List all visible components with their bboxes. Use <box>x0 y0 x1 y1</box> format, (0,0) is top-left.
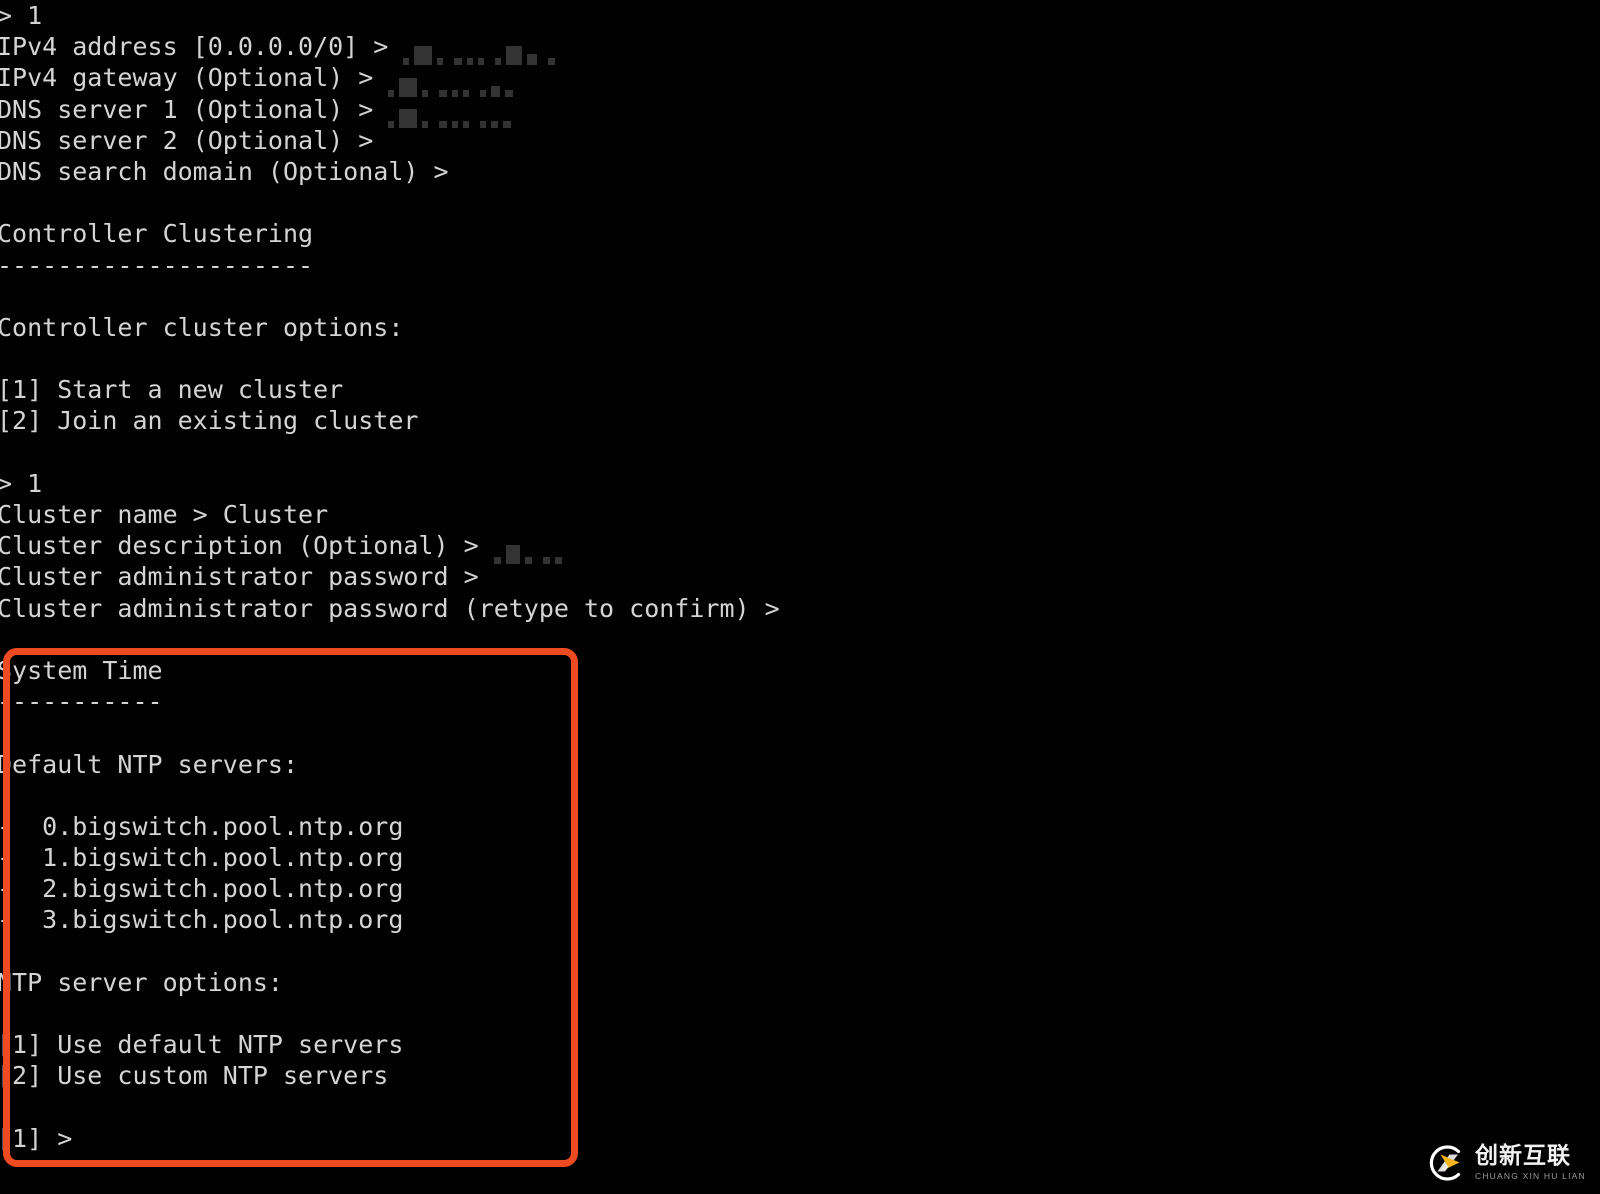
terminal-line-text: [1] Start a new cluster <box>0 375 344 405</box>
terminal-line: DNS server 2 (Optional) > <box>0 125 1600 156</box>
terminal-line-text: Default NTP servers: <box>0 749 299 779</box>
terminal-line: System Time <box>0 655 1600 686</box>
terminal-line: Cluster name > Cluster <box>0 499 1600 530</box>
terminal-line: --------------------- <box>0 250 1600 281</box>
terminal-line: DNS server 1 (Optional) > <box>0 94 1600 128</box>
brand-text-block: 创新互联 CHUANG XIN HU LIAN <box>1475 1145 1586 1181</box>
terminal-screen: > 1 IPv4 address [0.0.0.0/0] > IPv4 gatew… <box>0 0 1600 1194</box>
terminal-line-text: ----------- <box>0 687 163 717</box>
terminal-line: IPv4 address [0.0.0.0/0] > <box>0 31 1600 66</box>
terminal-line-text: Cluster description (Optional) > <box>0 531 494 561</box>
terminal-line: > 1 <box>0 0 1600 31</box>
redacted-value <box>388 97 522 128</box>
terminal-line-text: [1] > <box>0 1123 73 1153</box>
terminal-line: Controller cluster options: <box>0 312 1600 343</box>
terminal-line-text: Cluster administrator password (retype t… <box>0 593 780 623</box>
terminal-line-text: Cluster name > Cluster <box>0 500 329 529</box>
terminal-line-text: - 3.bigswitch.pool.ntp.org <box>0 905 404 935</box>
terminal-line: NTP server options: <box>0 967 1600 998</box>
terminal-line-text: > 1 <box>0 1 43 30</box>
terminal-line-text: IPv4 gateway (Optional) > <box>0 63 389 93</box>
terminal-line-text: Controller cluster options: <box>0 312 404 342</box>
redacted-value <box>403 34 560 66</box>
terminal-line: [1] > <box>0 1123 1600 1154</box>
terminal-line: [1] Start a new cluster <box>0 374 1600 405</box>
redacted-value <box>493 533 567 565</box>
terminal-line: Cluster administrator password > <box>0 561 1600 592</box>
watermark-logo: 创新互联 CHUANG XIN HU LIAN <box>1425 1139 1593 1187</box>
terminal-line: Cluster description (Optional) > <box>0 530 1600 565</box>
terminal-line: Controller Clustering <box>0 218 1600 249</box>
terminal-line-text: [2] Join an existing cluster <box>0 406 419 436</box>
brand-cx-icon <box>1425 1142 1467 1184</box>
terminal-output[interactable]: > 1 IPv4 address [0.0.0.0/0] > IPv4 gatew… <box>0 0 1600 1194</box>
terminal-line-text: --------------------- <box>0 250 314 280</box>
terminal-line: [1] Use default NTP servers <box>0 1029 1600 1060</box>
terminal-line: ----------- <box>0 686 1600 717</box>
terminal-line-text: [2] Use custom NTP servers <box>0 1061 389 1091</box>
redacted-value <box>388 65 524 97</box>
terminal-line: - 3.bigswitch.pool.ntp.org <box>0 904 1600 935</box>
terminal-line: - 2.bigswitch.pool.ntp.org <box>0 873 1600 904</box>
terminal-line-text: - 1.bigswitch.pool.ntp.org <box>0 843 404 873</box>
terminal-line-text: NTP server options: <box>0 967 283 997</box>
terminal-line-text: DNS search domain (Optional) > <box>0 156 449 186</box>
terminal-line: - 0.bigswitch.pool.ntp.org <box>0 811 1600 842</box>
terminal-line: [2] Use custom NTP servers <box>0 1060 1600 1091</box>
brand-name-cn: 创新互联 <box>1475 1143 1571 1170</box>
terminal-line: - 1.bigswitch.pool.ntp.org <box>0 842 1600 873</box>
terminal-line: > 1 <box>0 468 1600 499</box>
terminal-line: DNS search domain (Optional) > <box>0 156 1600 187</box>
terminal-line-text: Controller Clustering <box>0 219 314 249</box>
terminal-line-text: System Time <box>0 655 163 685</box>
terminal-line-text: Cluster administrator password > <box>0 562 479 592</box>
terminal-line-text: DNS server 2 (Optional) > <box>0 125 374 155</box>
terminal-line-text: - 0.bigswitch.pool.ntp.org <box>0 811 404 841</box>
terminal-line-text: [1] Use default NTP servers <box>0 1030 404 1060</box>
terminal-line-text: IPv4 address [0.0.0.0/0] > <box>0 32 404 62</box>
terminal-line: Default NTP servers: <box>0 749 1600 780</box>
terminal-line-text: > 1 <box>0 468 43 498</box>
terminal-line: Cluster administrator password (retype t… <box>0 593 1600 624</box>
terminal-line-text: DNS server 1 (Optional) > <box>0 94 389 124</box>
terminal-line: IPv4 gateway (Optional) > <box>0 62 1600 97</box>
brand-name-pinyin: CHUANG XIN HU LIAN <box>1475 1171 1586 1182</box>
terminal-line: [2] Join an existing cluster <box>0 405 1600 436</box>
terminal-line-text: - 2.bigswitch.pool.ntp.org <box>0 874 404 904</box>
